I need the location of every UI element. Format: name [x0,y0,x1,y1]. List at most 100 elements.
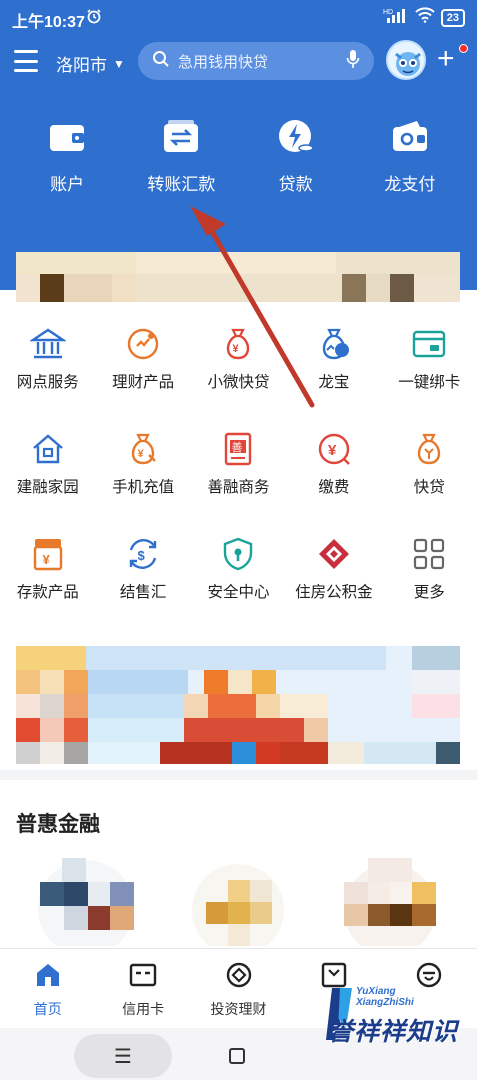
shanrong-icon: 善 [225,432,252,466]
watermark-subtitle: YuXiang XiangZhiShi [356,986,414,1008]
service-label: 善融商务 [207,479,270,496]
tab-investment[interactable]: 投资理财 [191,949,286,1028]
status-bar: 上午10:37 HD 23 [0,0,477,36]
pixelated-banner-image [16,646,460,764]
promo-banner-middle[interactable] [16,646,460,764]
quick-loan-icon [418,433,441,465]
tab-credit-card[interactable]: 信用卡 [95,949,190,1028]
product-card-1 [38,858,134,946]
service-phone-topup[interactable]: ¥ 手机充值 [95,423,190,528]
service-payment[interactable]: ¥ 缴费 [286,423,381,528]
service-deposit[interactable]: ¥ 存款产品 [0,528,95,633]
watermark: YuXiang XiangZhiShi 誉祥祥知识 [326,982,476,1046]
battery-icon: 23 [440,8,465,27]
service-label: 龙宝 [318,374,350,391]
service-row: ¥ 存款产品 $ 结售汇 安全中心 住房公积金 更多 [0,528,477,633]
bank-branch-icon [29,328,66,359]
service-label: 快贷 [413,479,445,496]
dragon-treasure-icon [322,328,349,360]
notification-dot [459,44,468,53]
signal-icon: HD [383,7,409,28]
quick-action-long-pay[interactable]: 龙支付 [360,118,460,195]
transfer-icon [164,120,199,152]
recent-apps-button[interactable]: ☰ [74,1034,172,1078]
section-title: 普惠金融 [16,813,100,836]
service-label: 建融家园 [16,479,79,496]
home-tab-icon [36,964,59,986]
search-icon [152,50,170,72]
long-pay-icon [392,121,427,151]
alarm-icon [86,8,102,29]
payment-icon: ¥ [318,433,350,465]
service-label: 手机充值 [112,479,175,496]
microphone-icon[interactable] [346,49,360,73]
add-icon[interactable]: + [437,42,455,76]
menu-icon[interactable] [14,50,38,72]
tab-label: 信用卡 [122,1001,165,1017]
product-card-2 [192,864,284,946]
tab-label: 投资理财 [210,1001,267,1017]
pixelated-card-images [38,858,436,946]
bind-card-icon [413,330,446,358]
credit-card-icon [129,963,157,987]
service-home[interactable]: 建融家园 [0,423,95,528]
city-name: 洛阳市 [56,56,107,75]
home-button[interactable] [229,1048,245,1064]
menu-lines-icon: ☰ [114,1045,132,1068]
tab-label: 首页 [33,1001,62,1017]
service-dragon-treasure[interactable]: 龙宝 [286,318,381,423]
service-label: 网点服务 [16,374,79,391]
service-row: 网点服务 理财产品 ¥ 小微快贷 龙宝 一键绑卡 [0,318,477,423]
shield-icon [224,537,253,571]
watermark-line2: XiangZhiShi [356,997,414,1008]
money-bag-icon: ¥ [227,328,250,360]
service-shanrong[interactable]: 善 善融商务 [191,423,286,528]
service-label: 住房公积金 [295,584,373,601]
service-grid: 网点服务 理财产品 ¥ 小微快贷 龙宝 一键绑卡 建融家园 ¥ 手机充值 善 善… [0,318,477,633]
exchange-icon: $ [129,539,157,569]
service-label: 理财产品 [112,374,175,391]
pixelated-banner-image [16,252,460,302]
quick-action-label: 龙支付 [384,175,436,194]
city-selector[interactable]: 洛阳市 ▼ [56,51,125,76]
phone-topup-icon: ¥ [131,433,156,465]
service-branch[interactable]: 网点服务 [0,318,95,423]
svg-text:¥: ¥ [233,343,240,355]
deposit-icon: ¥ [33,539,62,571]
quick-action-account[interactable]: 账户 [17,118,117,195]
quick-actions: 账户 转账汇款 贷款 龙支付 [0,118,477,195]
svg-text:¥: ¥ [328,442,337,459]
loan-icon [278,120,314,152]
svg-text:¥: ¥ [42,552,50,567]
service-row: 建融家园 ¥ 手机充值 善 善融商务 ¥ 缴费 快贷 [0,423,477,528]
watermark-line1: YuXiang [356,986,396,997]
search-bar[interactable]: 急用钱用快贷 [138,42,374,80]
service-more[interactable]: 更多 [382,528,477,633]
quick-action-label: 贷款 [278,175,313,194]
service-label: 更多 [413,584,445,601]
quick-action-transfer[interactable]: 转账汇款 [131,118,231,195]
home-icon [32,434,63,464]
quick-action-loan[interactable]: 贷款 [246,118,346,195]
service-security-center[interactable]: 安全中心 [191,528,286,633]
svg-text:善: 善 [232,440,243,454]
wealth-product-icon [127,328,159,360]
service-quick-loan[interactable]: 快贷 [382,423,477,528]
status-time: 上午10:37 [12,14,85,31]
inclusive-finance-cards [0,852,477,946]
quick-action-label: 账户 [50,175,85,194]
service-bind-card[interactable]: 一键绑卡 [382,318,477,423]
promo-banner-top[interactable] [16,252,460,302]
service-exchange[interactable]: $ 结售汇 [95,528,190,633]
service-housing-fund[interactable]: 住房公积金 [286,528,381,633]
top-navigation: 洛阳市 ▼ 急用钱用快贷 + [0,36,477,92]
service-micro-loan[interactable]: ¥ 小微快贷 [191,318,286,423]
svg-text:$: $ [138,548,146,563]
avatar[interactable] [386,40,426,80]
service-label: 缴费 [318,479,350,496]
watermark-text: 誉祥祥知识 [328,1018,459,1046]
service-wealth[interactable]: 理财产品 [95,318,190,423]
service-label: 一键绑卡 [398,374,461,391]
tab-home[interactable]: 首页 [0,949,95,1028]
service-label: 安全中心 [207,584,270,601]
